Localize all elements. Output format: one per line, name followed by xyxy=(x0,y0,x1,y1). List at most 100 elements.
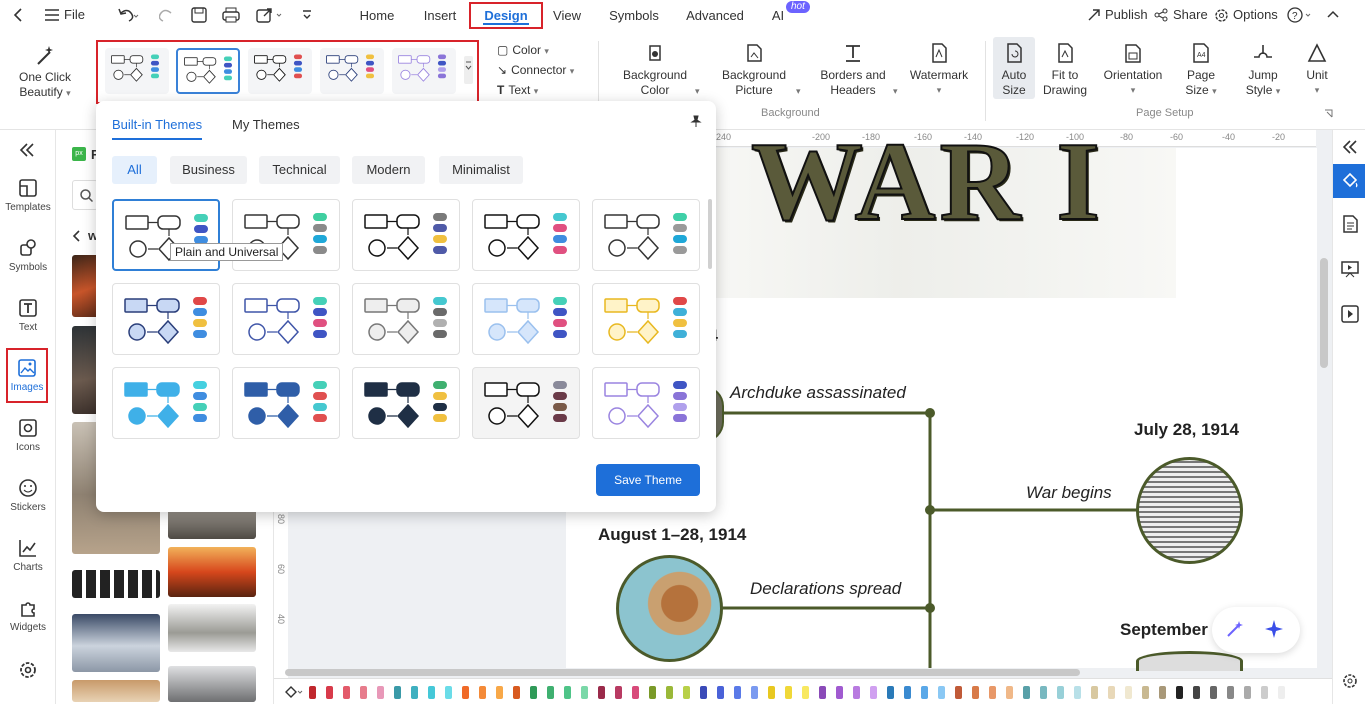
event-date[interactable]: September xyxy=(1120,620,1208,640)
one-click-beautify-button[interactable]: One Click Beautify ▾ xyxy=(10,44,80,101)
theme-card[interactable] xyxy=(232,367,340,439)
gear-icon[interactable] xyxy=(1214,8,1229,23)
collapse-ribbon-icon[interactable] xyxy=(1327,9,1339,19)
color-button[interactable]: ▢ Color ▾ xyxy=(497,43,549,59)
theme-thumb-4[interactable] xyxy=(320,48,384,94)
event-label[interactable]: Declarations spread xyxy=(750,579,901,599)
filter-all[interactable]: All xyxy=(112,156,157,184)
undo-icon[interactable] xyxy=(117,7,139,23)
event-image[interactable] xyxy=(1136,457,1243,564)
color-swatch[interactable] xyxy=(938,686,945,699)
menu-icon[interactable] xyxy=(45,9,59,21)
background-picture-button[interactable]: Background Picture xyxy=(716,42,792,98)
theme-card[interactable] xyxy=(472,199,580,271)
color-swatch[interactable] xyxy=(496,686,503,699)
save-theme-button[interactable]: Save Theme xyxy=(596,464,700,496)
theme-card[interactable] xyxy=(112,367,220,439)
sidebar-item-icons[interactable]: Icons xyxy=(0,418,56,453)
color-swatch[interactable] xyxy=(632,686,639,699)
text-style-button[interactable]: T Text ▾ xyxy=(497,83,538,99)
publish-icon[interactable] xyxy=(1087,8,1101,22)
color-swatch[interactable] xyxy=(904,686,911,699)
color-swatch[interactable] xyxy=(377,686,384,699)
tab-my-themes[interactable]: My Themes xyxy=(232,117,300,132)
event-label[interactable]: Archduke assassinated xyxy=(730,383,906,403)
color-swatch[interactable] xyxy=(581,686,588,699)
theme-card[interactable] xyxy=(592,283,700,355)
color-swatch[interactable] xyxy=(1159,686,1166,699)
fill-bucket-icon[interactable] xyxy=(284,685,304,699)
theme-card[interactable] xyxy=(352,283,460,355)
tab-design[interactable]: Design xyxy=(469,2,543,29)
color-swatch[interactable] xyxy=(1227,686,1234,699)
collapse-sidebar-icon[interactable] xyxy=(19,143,35,157)
publish-button[interactable]: Publish xyxy=(1105,7,1148,22)
share-button[interactable]: Share xyxy=(1173,7,1208,22)
background-color-button[interactable]: Background Color xyxy=(617,42,693,98)
color-swatch[interactable] xyxy=(360,686,367,699)
file-menu[interactable]: File xyxy=(64,7,85,22)
event-image[interactable] xyxy=(616,555,723,662)
color-swatch[interactable] xyxy=(598,686,605,699)
watermark-button[interactable]: Watermark ▾ xyxy=(905,42,973,98)
theme-card[interactable] xyxy=(352,367,460,439)
tab-insert[interactable]: Insert xyxy=(414,0,466,31)
event-date[interactable]: July 28, 1914 xyxy=(1134,420,1239,440)
color-swatch[interactable] xyxy=(530,686,537,699)
theme-thumb-5[interactable] xyxy=(392,48,456,94)
sidebar-item-charts[interactable]: Charts xyxy=(0,538,56,573)
image-thumbnail[interactable] xyxy=(72,570,160,598)
print-icon[interactable] xyxy=(222,7,240,23)
help-icon[interactable]: ? xyxy=(1287,7,1315,23)
options-button[interactable]: Options xyxy=(1233,7,1278,22)
color-swatch[interactable] xyxy=(1278,686,1285,699)
color-swatch[interactable] xyxy=(870,686,877,699)
save-icon[interactable] xyxy=(191,7,207,23)
theme-card[interactable] xyxy=(592,199,700,271)
color-swatch[interactable] xyxy=(989,686,996,699)
theme-card[interactable] xyxy=(472,283,580,355)
fit-to-drawing-button[interactable]: Fit to Drawing xyxy=(1040,42,1090,98)
color-swatch[interactable] xyxy=(1006,686,1013,699)
tab-view[interactable]: View xyxy=(544,0,590,31)
color-swatch[interactable] xyxy=(666,686,673,699)
color-swatch[interactable] xyxy=(768,686,775,699)
theme-thumb-2[interactable] xyxy=(176,48,240,94)
gallery-expand-icon[interactable] xyxy=(464,56,473,84)
theme-thumb-1[interactable] xyxy=(105,48,169,94)
filter-modern[interactable]: Modern xyxy=(352,156,425,184)
presentation-icon[interactable] xyxy=(1341,260,1359,278)
color-swatch[interactable] xyxy=(1210,686,1217,699)
color-swatch[interactable] xyxy=(445,686,452,699)
filter-technical[interactable]: Technical xyxy=(259,156,340,184)
horizontal-scrollbar[interactable] xyxy=(285,669,1080,676)
color-swatch[interactable] xyxy=(1023,686,1030,699)
event-date[interactable]: August 1–28, 1914 xyxy=(598,525,746,545)
sidebar-item-text[interactable]: Text xyxy=(0,298,56,333)
color-swatch[interactable] xyxy=(751,686,758,699)
ai-sparkle-icon[interactable] xyxy=(1264,619,1284,639)
theme-card[interactable] xyxy=(352,199,460,271)
tab-home[interactable]: Home xyxy=(350,0,404,31)
color-swatch[interactable] xyxy=(972,686,979,699)
sidebar-item-images[interactable]: Images xyxy=(6,348,48,403)
color-swatch[interactable] xyxy=(462,686,469,699)
connector-button[interactable]: ↘ Connector ▾ xyxy=(497,63,574,79)
theme-card[interactable] xyxy=(112,283,220,355)
color-swatch[interactable] xyxy=(785,686,792,699)
export-icon[interactable] xyxy=(256,7,284,23)
color-swatch[interactable] xyxy=(1108,686,1115,699)
dialog-launcher-icon[interactable] xyxy=(1324,109,1333,118)
event-image[interactable] xyxy=(1136,651,1243,671)
color-swatch[interactable] xyxy=(734,686,741,699)
color-swatch[interactable] xyxy=(1193,686,1200,699)
page-panel-icon[interactable] xyxy=(1341,215,1359,233)
tab-symbols[interactable]: Symbols xyxy=(601,0,667,31)
expand-panel-icon[interactable] xyxy=(1343,140,1357,154)
color-swatch[interactable] xyxy=(649,686,656,699)
color-swatch[interactable] xyxy=(564,686,571,699)
jump-style-button[interactable]: Jump Style ▾ xyxy=(1239,42,1287,99)
tab-built-in-themes[interactable]: Built-in Themes xyxy=(112,117,203,140)
color-swatch[interactable] xyxy=(700,686,707,699)
unit-button[interactable]: Unit ▾ xyxy=(1299,42,1335,98)
